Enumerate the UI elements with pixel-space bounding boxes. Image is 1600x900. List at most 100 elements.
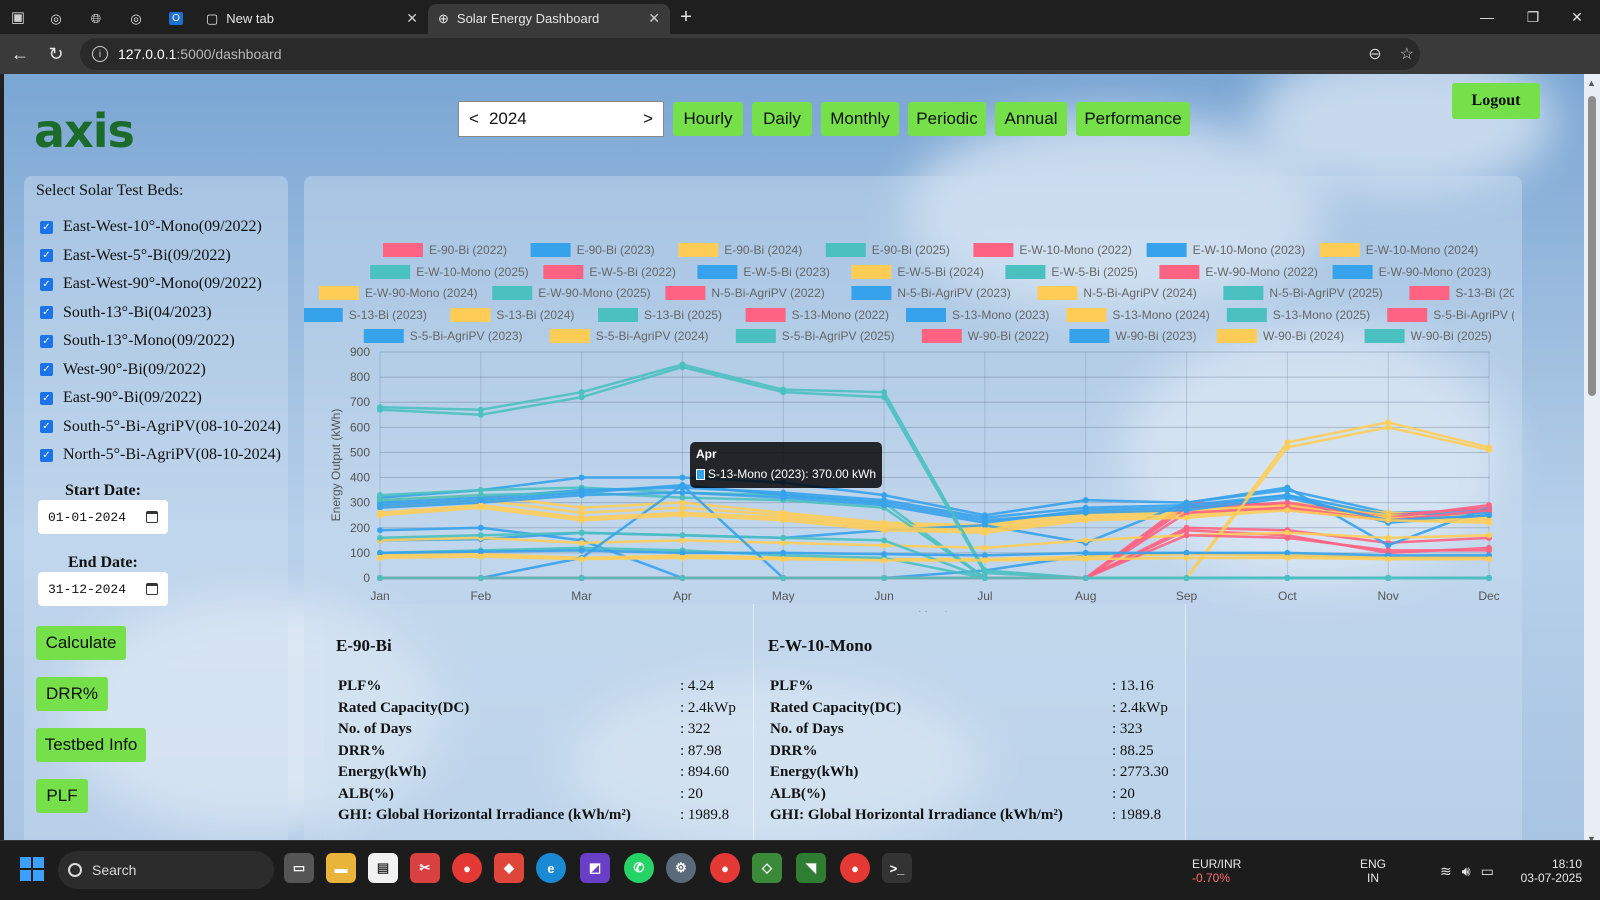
data-point <box>1082 517 1089 524</box>
wifi-icon[interactable]: ≋ <box>1440 863 1452 880</box>
close-tab-icon[interactable]: ✕ <box>406 10 418 27</box>
calendar-icon[interactable] <box>146 583 158 595</box>
currency-widget[interactable]: EUR/INR -0.70% <box>1192 841 1241 900</box>
checkbox-checked-icon[interactable]: ✓ <box>40 220 53 234</box>
more-options-icon[interactable]: ⊖ <box>1368 44 1381 64</box>
data-point <box>1486 446 1492 453</box>
start-date-field[interactable]: 01-01-2024 <box>38 500 168 534</box>
periodic-button[interactable]: Periodic <box>908 102 986 136</box>
testbed-checkbox-row[interactable]: ✓ South-13°-Bi(04/2023) <box>40 304 212 322</box>
anydesk-icon[interactable]: ◆ <box>494 853 524 883</box>
plf-button[interactable]: PLF <box>36 779 88 813</box>
scrollbar-thumb[interactable] <box>1588 96 1596 396</box>
annual-button[interactable]: Annual <box>995 102 1067 136</box>
paint-icon[interactable]: ◩ <box>580 853 610 883</box>
testbed-checkbox-row[interactable]: ✓ South-5°-Bi-AgriPV(08-10-2024) <box>40 418 281 436</box>
new-tab-button[interactable]: + <box>670 6 702 29</box>
testbed-checkbox-row[interactable]: ✓ East-West-10°-Mono(09/2022) <box>40 218 262 236</box>
data-point <box>1183 554 1190 561</box>
terminal-icon[interactable]: >_ <box>882 853 912 883</box>
next-year-button[interactable]: > <box>643 109 653 129</box>
testbed-checkbox-row[interactable]: ✓ West-90°-Bi(09/2022) <box>40 361 206 379</box>
legend-label: S-5-Bi-AgriPV (2025) <box>782 329 895 343</box>
end-date-field[interactable]: 31-12-2024 <box>38 572 168 606</box>
close-window-button[interactable]: ✕ <box>1554 0 1600 34</box>
checkbox-checked-icon[interactable]: ✓ <box>40 448 53 462</box>
data-point <box>1284 494 1291 501</box>
site-info-icon[interactable]: i <box>92 46 108 62</box>
performance-button[interactable]: Performance <box>1076 102 1190 136</box>
file-explorer-icon[interactable]: ▬ <box>326 853 356 883</box>
favorite-star-icon[interactable]: ☆ <box>1400 44 1414 64</box>
settings-icon[interactable]: ⚙ <box>666 853 696 883</box>
tab-solar-dashboard[interactable]: ⊕ Solar Energy Dashboard ✕ <box>428 3 670 34</box>
checkbox-checked-icon[interactable]: ✓ <box>40 391 53 405</box>
snipping-tool-icon[interactable]: ✂ <box>410 853 440 883</box>
reload-icon[interactable]: ↻ <box>38 34 74 74</box>
tab-4[interactable]: O <box>156 4 196 34</box>
hourly-button[interactable]: Hourly <box>673 102 743 136</box>
page-icon: ▢ <box>206 10 219 26</box>
data-point <box>1486 519 1492 526</box>
energy-line-chart[interactable]: 0 100 200 300 400 500 600 700 800 900 Jan Feb Mar Apr… <box>304 202 1514 612</box>
data-point <box>377 502 383 509</box>
whatsapp-icon[interactable]: ✆ <box>624 853 654 883</box>
calendar-icon[interactable] <box>146 511 158 523</box>
back-icon[interactable]: ← <box>2 34 38 74</box>
testbed-checkbox-row[interactable]: ✓ East-West-5°-Bi(09/2022) <box>40 247 231 265</box>
browser-tab-bar: ▣ ◎ 🌐︎ ◎ O ▢ New tab ✕ ⊕ Solar Energy Da… <box>0 0 1600 34</box>
monthly-button[interactable]: Monthly <box>821 102 899 136</box>
minimize-button[interactable]: — <box>1464 0 1510 34</box>
stat-row: Energy(kWh): 894.60 <box>338 764 758 781</box>
page-scrollbar[interactable]: ▲ ▼ <box>1584 74 1600 848</box>
drr-button[interactable]: DRR% <box>36 677 108 711</box>
checkbox-checked-icon[interactable]: ✓ <box>40 306 53 319</box>
task-view-icon[interactable]: ▭ <box>284 853 314 883</box>
legend-swatch <box>1332 265 1373 279</box>
chrome-icon[interactable]: ● <box>452 853 482 883</box>
testbed-info-button[interactable]: Testbed Info <box>36 728 146 762</box>
windows-start-icon[interactable] <box>20 857 44 881</box>
url-field[interactable]: i 127.0.0.1:5000/dashboard ⊖ ☆ <box>80 38 1420 70</box>
notepad-icon[interactable]: ▤ <box>368 853 398 883</box>
data-point <box>1385 556 1392 563</box>
tab-1[interactable]: ◎ <box>36 4 76 34</box>
checkbox-checked-icon[interactable]: ✓ <box>40 249 53 262</box>
battery-icon[interactable]: ▭ <box>1481 863 1494 880</box>
sidebar-toggle-icon[interactable]: ▣ <box>0 0 36 34</box>
pycharm-icon[interactable]: ◥ <box>796 853 826 883</box>
language-indicator[interactable]: ENG IN <box>1360 841 1386 900</box>
legend-label: E-90-Bi (2022) <box>429 243 507 257</box>
tab-2[interactable]: 🌐︎ <box>76 4 116 34</box>
scroll-up-icon[interactable]: ▲ <box>1587 78 1596 88</box>
edge-icon[interactable]: e <box>536 853 566 883</box>
taskbar-search[interactable]: Search <box>58 851 274 889</box>
testbed-checkbox-row[interactable]: ✓ East-West-90°-Mono(09/2022) <box>40 275 262 293</box>
daily-button[interactable]: Daily <box>752 102 812 136</box>
stat-row: Rated Capacity(DC): 2.4kWp <box>338 700 758 717</box>
logout-button[interactable]: Logout <box>1452 83 1540 119</box>
legend-label: E-W-10-Mono (2022) <box>1019 243 1132 257</box>
tab-title: Solar Energy Dashboard <box>456 11 600 26</box>
tab-3[interactable]: ◎ <box>116 4 156 34</box>
calculate-button[interactable]: Calculate <box>36 626 126 660</box>
stat-value: : 13.16 <box>1112 678 1154 694</box>
system-tray[interactable]: ≋ 🔊︎ ▭ <box>1440 841 1494 900</box>
testbed-checkbox-row[interactable]: ✓ North-5°-Bi-AgriPV(08-10-2024) <box>40 446 281 464</box>
close-tab-icon[interactable]: ✕ <box>648 10 660 27</box>
tab-new-tab[interactable]: ▢ New tab ✕ <box>196 4 428 34</box>
checkbox-checked-icon[interactable]: ✓ <box>40 334 53 348</box>
chrome-alt-icon[interactable]: ● <box>840 853 870 883</box>
stat-row: DRR%: 88.25 <box>770 743 1190 760</box>
checkbox-checked-icon[interactable]: ✓ <box>40 363 53 376</box>
testbed-checkbox-row[interactable]: ✓ East-90°-Bi(09/2022) <box>40 389 202 407</box>
prev-year-button[interactable]: < <box>469 109 479 129</box>
maximize-button[interactable]: ❐ <box>1510 0 1556 34</box>
volume-icon[interactable]: 🔊︎ <box>1462 863 1471 880</box>
clock[interactable]: 18:10 03-07-2025 <box>1516 841 1582 900</box>
testbed-checkbox-row[interactable]: ✓ South-13°-Mono(09/2022) <box>40 332 235 350</box>
chrome-profile-icon[interactable]: ● <box>710 853 740 883</box>
checkbox-checked-icon[interactable]: ✓ <box>40 420 53 433</box>
git-icon[interactable]: ◇ <box>752 853 782 883</box>
checkbox-checked-icon[interactable]: ✓ <box>40 277 53 291</box>
